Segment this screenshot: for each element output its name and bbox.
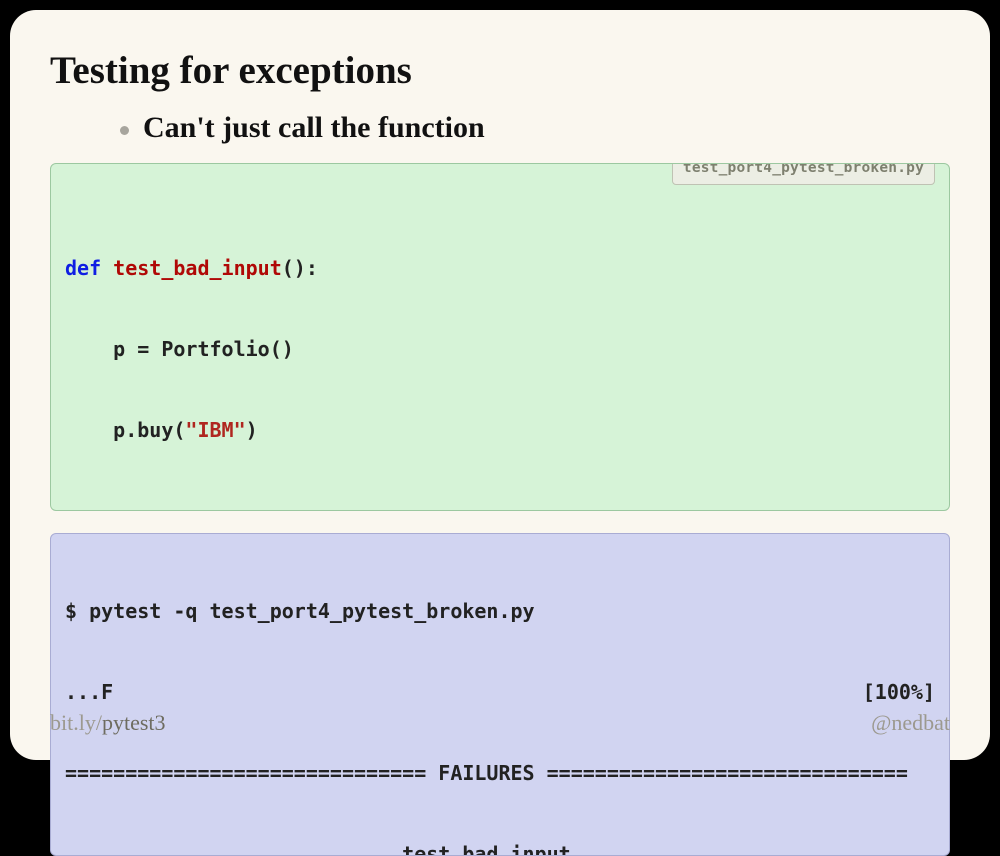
token-string: "IBM": [185, 418, 245, 442]
code-block-blue: $ pytest -q test_port4_pytest_broken.py …: [50, 533, 950, 856]
token-text: ): [246, 418, 258, 442]
bullet-dot-icon: [120, 126, 129, 135]
footer-prefix: bit.ly/: [50, 710, 102, 735]
token-keyword: def: [65, 256, 113, 280]
footer-main: pytest3: [102, 710, 166, 735]
code-line: ___________________________ test_bad_inp…: [65, 841, 935, 856]
code-line: $ pytest -q test_port4_pytest_broken.py: [65, 598, 935, 625]
footer-right: @nedbat: [871, 710, 950, 736]
code-line: def test_bad_input():: [65, 255, 935, 282]
file-badge: test_port4_pytest_broken.py: [672, 163, 935, 185]
bullet-text: Can't just call the function: [143, 111, 485, 145]
token-text: p.buy(: [65, 418, 185, 442]
token-text: ():: [282, 256, 318, 280]
bullet-list: Can't just call the function: [50, 111, 950, 145]
slide-footer: bit.ly/pytest3 @nedbat: [50, 710, 950, 736]
slide-card: Testing for exceptions Can't just call t…: [10, 10, 990, 760]
code-line: p = Portfolio(): [65, 336, 935, 363]
bullet-item: Can't just call the function: [120, 111, 950, 145]
code-line: p.buy("IBM"): [65, 417, 935, 444]
footer-left: bit.ly/pytest3: [50, 710, 166, 736]
code-line: ...F [100%]: [65, 679, 935, 706]
code-left: ...F: [65, 679, 113, 706]
token-function: test_bad_input: [113, 256, 282, 280]
page-title: Testing for exceptions: [50, 48, 950, 93]
code-right: [100%]: [863, 679, 935, 706]
code-block-green: test_port4_pytest_broken.py def test_bad…: [50, 163, 950, 511]
code-line: ============================== FAILURES …: [65, 760, 935, 787]
